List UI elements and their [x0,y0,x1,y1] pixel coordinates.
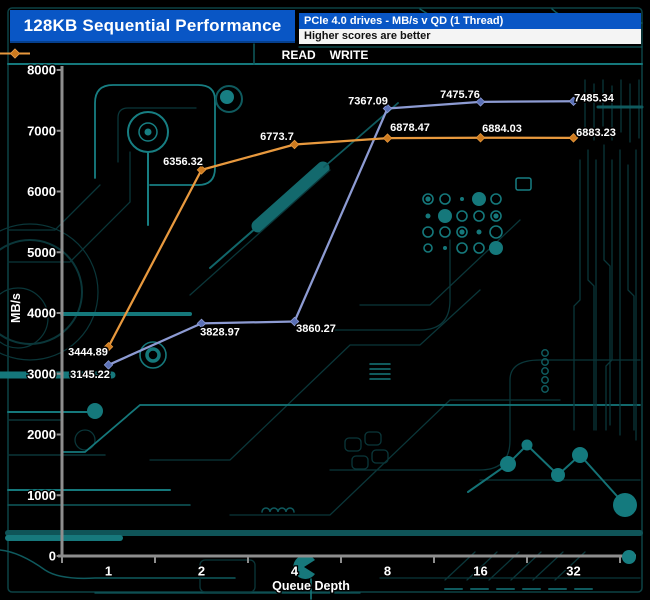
x-tick-label: 2 [198,564,205,579]
data-label: 3145.22 [70,369,110,381]
y-axis-title: MB/s [9,293,23,323]
legend-marker-write [0,48,30,59]
legend-item-write: WRITE [0,48,369,62]
y-tick-label: 0 [49,549,56,564]
y-tick-label: 7000 [27,123,56,138]
data-label: 3444.89 [68,347,108,359]
y-tick-label: 8000 [27,63,56,78]
data-label: 6884.03 [482,123,522,135]
x-tick-label: 16 [473,564,487,579]
y-tick-label: 4000 [27,306,56,321]
data-label: 6356.32 [163,156,203,168]
note-text: Higher scores are better [304,30,431,42]
page-title: 128KB Sequential Performance [23,15,282,35]
x-tick-label: 4 [291,564,299,579]
chart-canvas: 0 1000 2000 3000 4000 5000 6000 7000 8000 1 2 4 8 16 3… [0,0,650,600]
y-tick-label: 2000 [27,427,56,442]
legend: READ WRITE [0,48,650,62]
data-label: 3860.27 [296,323,336,335]
subtitle-bar: PCIe 4.0 drives - MB/s v QD (1 Thread) [299,13,641,29]
data-label: 7475.76 [440,89,480,101]
chart-page: 0 1000 2000 3000 4000 5000 6000 7000 8000 1 2 4 8 16 3… [0,0,650,600]
axis-end-ball [622,550,636,564]
data-label: 6773.7 [260,131,294,143]
x-axis-title: Queue Depth [272,579,350,593]
note-bar: Higher scores are better [299,29,641,44]
y-tick-label: 3000 [27,366,56,381]
x-tick-label: 1 [105,564,112,579]
data-label: 6878.47 [390,122,430,134]
legend-label: WRITE [329,48,369,62]
y-tick-label: 1000 [27,488,56,503]
legend-item-read: READ [0,48,316,62]
y-tick-label: 6000 [27,184,56,199]
title-box: 128KB Sequential Performance [10,10,295,43]
legend-diamond [9,48,21,59]
subtitle-text: PCIe 4.0 drives - MB/s v QD (1 Thread) [304,15,504,27]
y-tick-label: 5000 [27,245,56,260]
data-label: 3828.97 [200,326,240,338]
legend-label: READ [281,48,316,62]
x-tick-label: 32 [566,564,580,579]
data-label: 7367.09 [348,95,388,107]
data-label: 6883.23 [576,127,616,139]
x-tick-label: 8 [384,564,391,579]
data-label: 7485.34 [574,92,615,104]
